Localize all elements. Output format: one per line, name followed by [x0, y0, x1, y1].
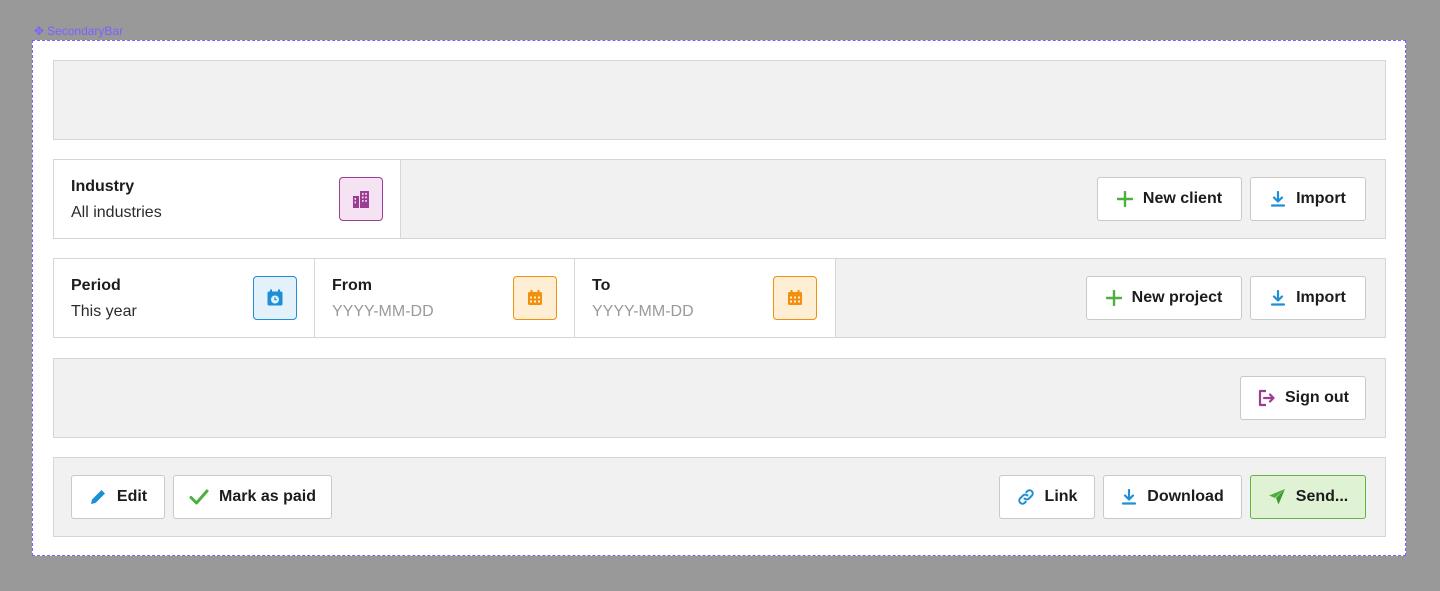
- import-button[interactable]: Import: [1250, 276, 1366, 320]
- industry-value: All industries: [71, 204, 162, 221]
- send-label: Send...: [1295, 488, 1349, 505]
- download-label: Download: [1147, 488, 1224, 505]
- mark-as-paid-button[interactable]: Mark as paid: [173, 475, 332, 519]
- new-project-button[interactable]: New project: [1086, 276, 1242, 320]
- new-project-label: New project: [1131, 289, 1223, 306]
- calendar-clock-icon: [253, 276, 297, 320]
- send-button[interactable]: Send...: [1250, 475, 1366, 519]
- mark-as-paid-label: Mark as paid: [219, 488, 316, 505]
- new-client-button[interactable]: New client: [1097, 177, 1242, 221]
- edit-label: Edit: [116, 488, 148, 505]
- download-icon: [1122, 489, 1137, 505]
- account-bar: Sign out: [53, 358, 1386, 438]
- link-icon: [1017, 489, 1034, 505]
- checkmark-icon: [189, 489, 209, 505]
- empty-bar: [53, 60, 1386, 140]
- sign-out-label: Sign out: [1285, 389, 1349, 406]
- calendar-icon: [773, 276, 817, 320]
- period-filter[interactable]: Period This year: [54, 259, 315, 337]
- plus-icon: [1116, 191, 1133, 207]
- send-icon: [1268, 489, 1285, 505]
- component-icon: ✥: [34, 24, 45, 38]
- import-button[interactable]: Import: [1250, 177, 1366, 221]
- plus-icon: [1105, 290, 1122, 306]
- new-client-label: New client: [1142, 190, 1223, 207]
- building-icon: [339, 177, 383, 221]
- link-label: Link: [1044, 488, 1078, 505]
- from-label: From: [332, 277, 372, 294]
- sign-out-icon: [1258, 389, 1275, 407]
- period-bar: Period This year From YYYY-MM-DD To YYYY…: [53, 258, 1386, 338]
- to-date-field[interactable]: To YYYY-MM-DD: [575, 259, 836, 337]
- from-placeholder: YYYY-MM-DD: [332, 303, 434, 320]
- sign-out-button[interactable]: Sign out: [1240, 376, 1366, 420]
- edit-button[interactable]: Edit: [71, 475, 165, 519]
- period-label: Period: [71, 277, 121, 294]
- invoice-actions-bar: Edit Mark as paid Link Download Send...: [53, 457, 1386, 537]
- period-value: This year: [71, 303, 137, 320]
- link-button[interactable]: Link: [999, 475, 1095, 519]
- frame-label-text: SecondaryBar: [47, 24, 124, 38]
- pencil-icon: [90, 490, 105, 504]
- to-placeholder: YYYY-MM-DD: [592, 303, 694, 320]
- frame-label: ✥ SecondaryBar: [34, 24, 123, 38]
- industry-filter[interactable]: Industry All industries: [54, 160, 401, 238]
- import-label: Import: [1296, 289, 1346, 306]
- download-icon: [1271, 191, 1286, 207]
- download-icon: [1271, 290, 1286, 306]
- industry-bar: Industry All industries New client Impor…: [53, 159, 1386, 239]
- import-label: Import: [1296, 190, 1346, 207]
- to-label: To: [592, 277, 611, 294]
- from-date-field[interactable]: From YYYY-MM-DD: [315, 259, 575, 337]
- industry-label: Industry: [71, 178, 135, 195]
- download-button[interactable]: Download: [1103, 475, 1242, 519]
- secondary-bar-frame: Industry All industries New client Impor…: [32, 40, 1406, 556]
- calendar-icon: [513, 276, 557, 320]
